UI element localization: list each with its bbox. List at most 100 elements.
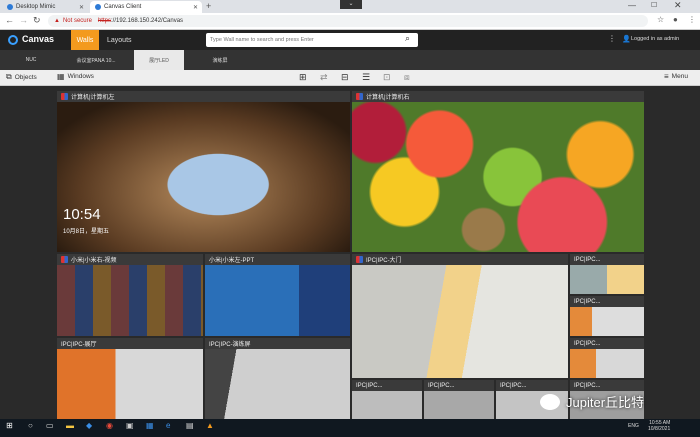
maximize-window-icon[interactable]: ☐ bbox=[651, 1, 657, 9]
window-title-bar[interactable]: IPC|IPC... bbox=[570, 296, 644, 307]
window-title: IPC|IPC... bbox=[356, 382, 383, 389]
window-title: IPC|IPC... bbox=[428, 382, 455, 389]
bookmark-star-icon[interactable]: ☆ bbox=[657, 15, 664, 24]
source-window-ipc[interactable]: IPC|IPC... bbox=[570, 338, 644, 378]
source-window-xiaomi-ppt[interactable]: 小米|小米左-PPT bbox=[205, 254, 350, 336]
window-title: IPC|IPC... bbox=[500, 382, 527, 389]
logged-in-label[interactable]: Logged in as admin bbox=[631, 36, 679, 42]
window-title-bar[interactable]: IPC|IPC... bbox=[352, 380, 422, 391]
wall-tab-meeting-room[interactable]: 会议室PANA 10... bbox=[58, 50, 134, 70]
objects-button[interactable]: ⧉ Objects bbox=[6, 72, 37, 82]
window-title-bar[interactable]: IPC|IPC... bbox=[570, 254, 644, 265]
window-title-bar[interactable]: IPC|IPC... bbox=[570, 338, 644, 349]
desktop-wallpaper-image: 10:54 10月8日，星期五 bbox=[57, 102, 350, 252]
layout-icon[interactable]: ⊟ bbox=[341, 72, 349, 83]
nav-walls[interactable]: Walls bbox=[71, 30, 99, 50]
source-window-ipc[interactable]: IPC|IPC... bbox=[352, 380, 422, 419]
task-view-icon[interactable]: ▭ bbox=[46, 421, 54, 430]
url-text: ://192.168.150.242/Canvas bbox=[110, 18, 184, 24]
windows-start-icon[interactable]: ⊞ bbox=[6, 421, 13, 430]
edge-icon[interactable]: e bbox=[166, 421, 170, 430]
window-title: 计算机|计算机左 bbox=[71, 95, 115, 101]
more-options-icon[interactable]: ⋮ bbox=[608, 34, 616, 43]
search-icon[interactable]: ○ bbox=[28, 421, 33, 430]
canvas-logo-icon bbox=[8, 35, 18, 45]
window-title-bar[interactable]: 小米|小米左-PPT bbox=[205, 254, 350, 265]
resize-icon[interactable]: ⧈ bbox=[404, 72, 410, 83]
new-tab-button[interactable]: + bbox=[206, 1, 211, 11]
camera-feed-image bbox=[570, 349, 644, 378]
vlc-icon[interactable]: ▲ bbox=[206, 421, 214, 430]
app-icon[interactable]: ▤ bbox=[186, 421, 194, 430]
source-window-ipc[interactable]: IPC|IPC... bbox=[570, 296, 644, 336]
browser-tab-desktop-mimic[interactable]: Desktop Mimic ✕ bbox=[2, 1, 88, 13]
url-scheme: https bbox=[97, 18, 111, 24]
ppt-screen-thumbnail bbox=[205, 265, 350, 336]
window-title-bar[interactable]: IPC|IPC... bbox=[496, 380, 568, 391]
objects-label: Objects bbox=[14, 73, 37, 81]
close-window-icon[interactable]: ✕ bbox=[674, 0, 682, 11]
window-title-bar[interactable]: IPC|IPC... bbox=[570, 380, 644, 391]
source-window-xiaomi-video[interactable]: 小米|小米右-视频 bbox=[57, 254, 203, 336]
lock-screen-time: 10:54 bbox=[63, 206, 101, 223]
source-window-computer-left[interactable]: 计算机|计算机左 10:54 10月8日，星期五 bbox=[57, 91, 350, 252]
source-window-ipc-hall[interactable]: IPC|IPC-展厅 bbox=[57, 338, 203, 419]
user-icon: 👤 bbox=[622, 36, 631, 43]
url-input[interactable]: ▲ Not secure https ://192.168.150.242/Ca… bbox=[48, 15, 648, 27]
lock-screen-date: 10月8日，星期五 bbox=[63, 229, 110, 235]
chrome-icon[interactable]: ◉ bbox=[106, 421, 113, 430]
back-arrow-icon[interactable]: ← bbox=[5, 15, 14, 25]
close-tab-icon[interactable]: ✕ bbox=[193, 4, 198, 11]
wall-tab-drill-screen[interactable]: 演练屏 bbox=[190, 50, 250, 70]
system-clock[interactable]: 10:55 AM 10/8/2021 bbox=[648, 420, 670, 432]
close-tab-icon[interactable]: ✕ bbox=[79, 4, 84, 11]
menu-button[interactable]: ≡ Menu bbox=[664, 72, 688, 81]
store-icon[interactable]: ◆ bbox=[86, 421, 92, 430]
window-title-bar[interactable]: IPC|IPC... bbox=[424, 380, 494, 391]
app-icon[interactable]: ▦ bbox=[146, 421, 154, 430]
swap-icon[interactable]: ⇄ bbox=[320, 72, 328, 83]
wall-search-input[interactable] bbox=[206, 33, 418, 47]
windows-button[interactable]: ▦ Windows bbox=[57, 72, 94, 81]
language-indicator[interactable]: ENG bbox=[628, 423, 639, 429]
reload-icon[interactable]: ↻ bbox=[33, 15, 41, 26]
source-window-ipc-drill[interactable]: IPC|IPC-演练屏 bbox=[205, 338, 350, 419]
source-window-ipc-gate[interactable]: IPC|IPC-大门 bbox=[352, 254, 568, 378]
source-window-ipc[interactable]: IPC|IPC... bbox=[424, 380, 494, 419]
watermark-text: Jupiter丘比特 bbox=[566, 395, 645, 410]
windows-grid-icon: ▦ bbox=[57, 72, 65, 81]
source-badge-icon bbox=[356, 93, 363, 100]
crop-icon[interactable]: ⊡ bbox=[383, 72, 391, 83]
add-window-icon[interactable]: ⊞ bbox=[299, 72, 307, 83]
wall-toolbar bbox=[0, 70, 700, 86]
menu-label: Menu bbox=[671, 73, 688, 80]
camera-feed-image bbox=[570, 307, 644, 336]
window-title-bar[interactable]: 计算机|计算机左 bbox=[57, 91, 350, 102]
wall-tab-exhibition-led[interactable]: 展厅LED bbox=[134, 50, 184, 70]
profile-icon[interactable]: ● bbox=[673, 15, 678, 24]
minimize-window-icon[interactable]: — bbox=[628, 1, 636, 10]
wall-tab-nuc[interactable]: NUC bbox=[6, 50, 56, 70]
tab-title: Canvas Client bbox=[104, 4, 142, 10]
window-title-bar[interactable]: IPC|IPC-大门 bbox=[352, 254, 568, 265]
window-title-bar[interactable]: IPC|IPC-展厅 bbox=[57, 338, 203, 349]
window-title-bar[interactable]: 计算机|计算机右 bbox=[352, 91, 644, 102]
file-explorer-icon[interactable]: ▬ bbox=[66, 421, 74, 430]
nav-layouts[interactable]: Layouts bbox=[107, 30, 132, 50]
browser-tab-canvas-client[interactable]: Canvas Client ✕ bbox=[90, 1, 202, 13]
watermark: Jupiter丘比特 bbox=[540, 392, 644, 411]
forward-arrow-icon[interactable]: → bbox=[19, 15, 28, 25]
window-title: 计算机|计算机右 bbox=[366, 95, 410, 101]
browser-menu-icon[interactable]: ⋮ bbox=[688, 15, 696, 24]
source-window-ipc[interactable]: IPC|IPC... bbox=[570, 254, 644, 294]
camera-feed-image bbox=[424, 391, 494, 419]
window-title-bar[interactable]: 小米|小米右-视频 bbox=[57, 254, 203, 265]
align-icon[interactable]: ☰ bbox=[362, 72, 370, 83]
search-icon[interactable]: ⌕ bbox=[405, 33, 410, 44]
terminal-icon[interactable]: ▣ bbox=[126, 421, 134, 430]
window-title: IPC|IPC-演练屏 bbox=[209, 342, 251, 348]
window-title: IPC|IPC-展厅 bbox=[61, 342, 97, 348]
source-window-computer-right[interactable]: 计算机|计算机右 bbox=[352, 91, 644, 252]
window-title-bar[interactable]: IPC|IPC-演练屏 bbox=[205, 338, 350, 349]
chevron-down-icon[interactable]: ⌄ bbox=[340, 0, 362, 9]
